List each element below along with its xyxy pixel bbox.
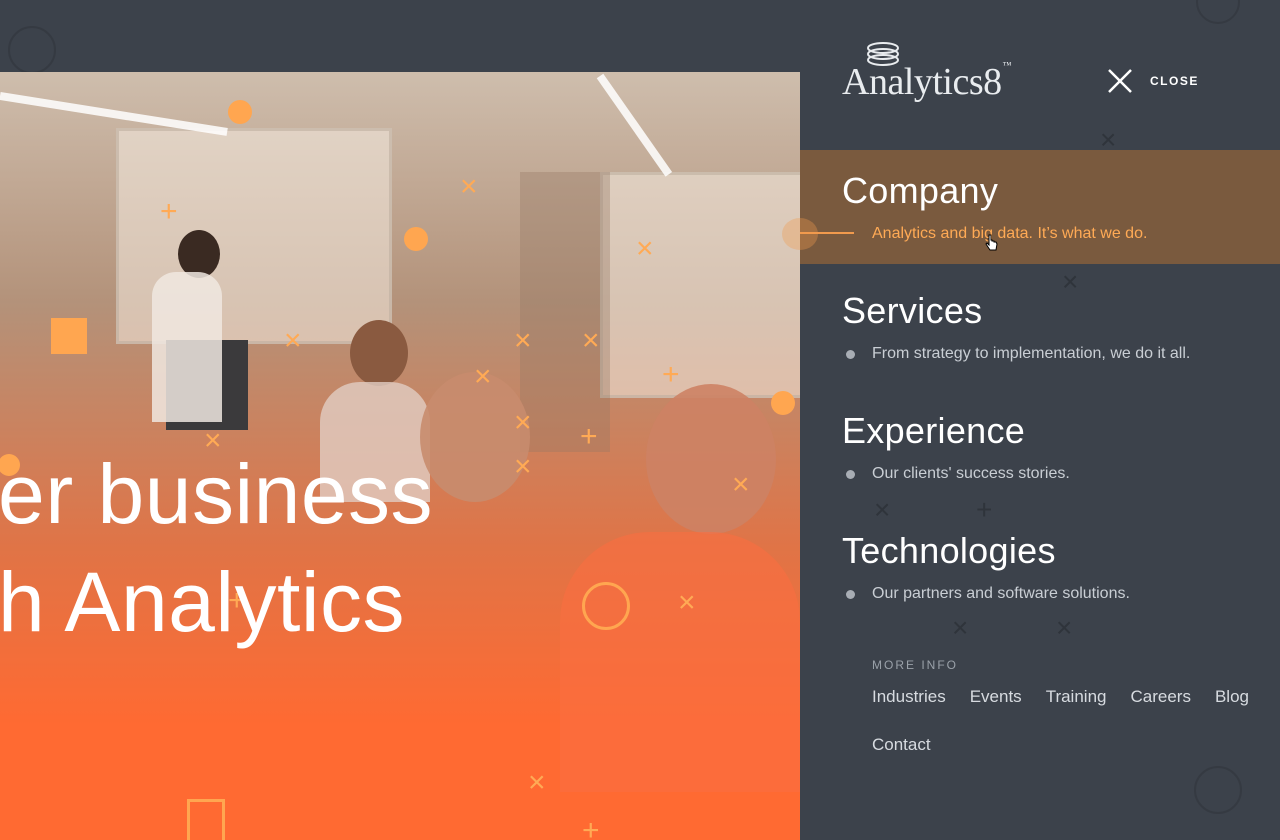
nav-item-title: Services (842, 290, 983, 331)
x-decoration: × (474, 360, 492, 393)
x-decoration: × (528, 766, 546, 799)
ring-decoration (582, 582, 630, 630)
person-foreground (646, 384, 776, 534)
nav-item-desc: Analytics and big data. It’s what we do. (872, 225, 1148, 242)
brand-trademark: ™ (1002, 60, 1012, 70)
plus-decoration: + (160, 195, 178, 228)
more-info-links: Industries Events Training Careers Blog … (872, 686, 1252, 756)
nav-item-desc: Our partners and software solutions. (872, 585, 1130, 602)
dot-decoration (771, 391, 795, 415)
office-window (600, 172, 800, 398)
x-decoration: × (514, 324, 532, 357)
x-decoration: × (582, 324, 600, 357)
ceiling-light (0, 92, 228, 136)
active-indicator-line (800, 232, 854, 234)
active-indicator-dot (782, 218, 818, 250)
close-label: CLOSE (1150, 74, 1199, 88)
person-seated (350, 320, 408, 386)
link-industries[interactable]: Industries (872, 686, 946, 708)
link-careers[interactable]: Careers (1130, 686, 1190, 708)
plus-decoration: + (582, 814, 600, 840)
x-decoration: × (514, 406, 532, 439)
hero-title-line-1: er business (0, 447, 434, 541)
nav-item-title: Company (842, 170, 999, 211)
more-info-label: MORE INFO (872, 658, 958, 672)
dot-decoration (228, 100, 252, 124)
rect-outline-decoration (187, 799, 225, 840)
bullet-icon (846, 590, 855, 599)
link-events[interactable]: Events (970, 686, 1022, 708)
x-decoration: × (636, 232, 654, 265)
close-button[interactable]: CLOSE (1106, 67, 1199, 95)
person-standing (178, 230, 220, 278)
x-decoration: × (732, 468, 750, 501)
bullet-icon (846, 470, 855, 479)
nav-item-desc: Our clients' success stories. (872, 465, 1070, 482)
x-decoration: × (284, 324, 302, 357)
x-decoration: × (460, 170, 478, 203)
close-icon (1108, 69, 1132, 93)
nav-item-title: Experience (842, 410, 1026, 451)
dot-decoration (404, 227, 428, 251)
link-contact[interactable]: Contact (872, 734, 931, 756)
shelving (520, 172, 610, 452)
x-decoration: × (678, 586, 696, 619)
hero-image: × + × × × × × + × + × × × × + × + er bus… (0, 72, 800, 840)
bullet-icon (846, 350, 855, 359)
hero-title-line-2: h Analytics (0, 555, 406, 649)
person-standing-body (152, 272, 222, 422)
link-blog[interactable]: Blog (1215, 686, 1249, 708)
bg-ring-decoration (8, 26, 56, 74)
nav-item-company[interactable]: Company Analytics and big data. It’s wha… (782, 150, 1280, 264)
nav-item-title: Technologies (842, 530, 1056, 571)
nav-item-desc: From strategy to implementation, we do i… (872, 345, 1191, 362)
brand-name: Analytics8 (842, 61, 1002, 103)
ceiling-light (596, 73, 673, 177)
nav-item-experience[interactable]: Experience Our clients' success stories. (800, 390, 1280, 504)
nav-item-services[interactable]: Services From strategy to implementation… (800, 270, 1280, 384)
nav-item-technologies[interactable]: Technologies Our partners and software s… (800, 510, 1280, 624)
brand-logo[interactable]: Analytics8™ (842, 60, 1011, 104)
x-decoration: × (514, 450, 532, 483)
plus-decoration: + (662, 358, 680, 391)
square-decoration (51, 318, 87, 354)
pointer-cursor-icon (985, 234, 998, 251)
person-foreground-body (560, 532, 800, 792)
link-training[interactable]: Training (1046, 686, 1107, 708)
plus-decoration: + (580, 420, 598, 453)
